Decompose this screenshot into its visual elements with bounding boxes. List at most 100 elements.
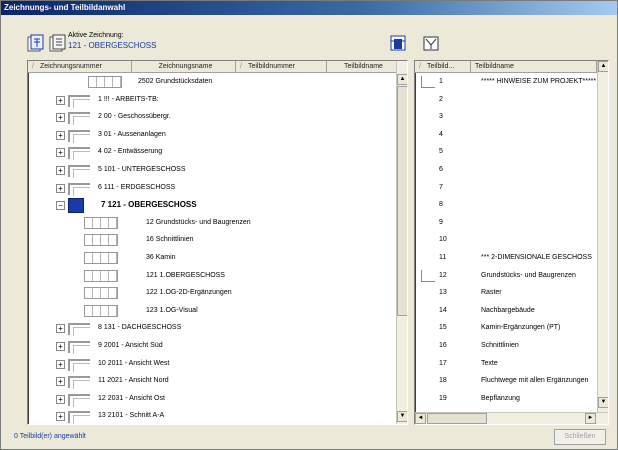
tree-row[interactable]: 16 Schnittlinien [28, 232, 394, 250]
tree-row[interactable]: 121 1.OBERGESCHOSS [28, 268, 394, 286]
layer-filter-icon[interactable] [420, 32, 440, 52]
tree-row-label: 3 01 - Aussenanlagen [98, 130, 166, 138]
column-header-zeichnungsnummer[interactable]: / Zeichnungsnummer [28, 61, 132, 73]
layer-row[interactable]: 5 [415, 144, 596, 162]
scroll-right-button[interactable]: ► [585, 413, 596, 424]
column-header-zeichnungsname[interactable]: Zeichnungsname [132, 61, 236, 73]
layer-row[interactable]: 10 [415, 232, 596, 250]
layer-icon [84, 269, 118, 282]
expand-icon[interactable]: + [56, 95, 65, 105]
layer-row[interactable]: 14 Nachbargebäude [415, 303, 596, 321]
layer-number: 2 [439, 95, 443, 103]
tree-row[interactable]: 12 Grundstücks- und Baugrenzen [28, 215, 394, 233]
layer-row[interactable]: 8 [415, 197, 596, 215]
layer-row[interactable]: 6 [415, 162, 596, 180]
tree-row-label: 13 2101 - Schnitt A-A [98, 412, 165, 420]
tree-row[interactable]: +5 101 - UNTERGESCHOSS [28, 162, 394, 180]
column-header-teilbildname-right[interactable]: Teilbildname [471, 61, 597, 73]
layer-list-panel: / Teilbild... Teilbildname ▲ ▼ ◄ ► 1 *****… [414, 60, 609, 425]
tree-row[interactable]: +3 01 - Aussenanlagen [28, 127, 394, 145]
expand-icon[interactable]: + [56, 359, 65, 369]
scroll-down-button[interactable]: ▼ [397, 411, 407, 422]
layer-number: 11 [439, 254, 447, 261]
tree-row-label: 123 1.OG-Visual [146, 306, 198, 314]
scroll-left-button[interactable]: ◄ [415, 413, 426, 424]
tree-row[interactable]: +8 131 - DACHGESCHOSS [28, 320, 394, 338]
tree-row[interactable]: 36 Kamin [28, 250, 394, 268]
layer-marker-icon [421, 269, 435, 282]
new-drawing-icon[interactable] [25, 32, 45, 52]
layer-row[interactable]: 13 Raster [415, 285, 596, 303]
layer-name [481, 144, 596, 160]
layer-row[interactable]: 18 Fluchtwege mit allen Ergänzungen [415, 373, 596, 391]
tree-row[interactable]: 122 1.OG-2D-Ergänzungen [28, 285, 394, 303]
layer-select-icon[interactable] [387, 32, 407, 52]
collapse-icon[interactable]: − [56, 201, 65, 211]
layer-number: 1 [439, 78, 443, 85]
right-horizontal-scrollbar[interactable]: ◄ ► [415, 412, 608, 424]
tree-row[interactable]: +13 2101 - Schnitt A-A [28, 408, 394, 424]
layer-row[interactable]: 9 [415, 215, 596, 233]
tree-row[interactable]: − 7 121 - OBERGESCHOSS [28, 197, 394, 215]
window-title: Zeichnungs- und Teilbildanwahl [1, 1, 617, 15]
layer-row[interactable]: 3 [415, 109, 596, 127]
layer-row[interactable]: 12 Grundstücks- und Baugrenzen [415, 268, 596, 286]
close-button[interactable]: Schließen [554, 429, 606, 445]
expand-icon[interactable]: + [56, 183, 65, 193]
drawing-list-icon[interactable] [47, 32, 67, 52]
layer-number: 17 [439, 359, 447, 367]
layer-number: 14 [439, 306, 447, 314]
layer-row[interactable]: 15 Kamin-Ergänzungen (PT) [415, 320, 596, 338]
left-vertical-scrollbar[interactable]: ▲ ▼ [396, 61, 407, 424]
expand-icon[interactable]: + [56, 412, 65, 422]
drawing-folder-icon [68, 323, 90, 337]
scroll-thumb[interactable] [397, 86, 407, 316]
tree-row[interactable]: +9 2001 - Ansicht Süd [28, 338, 394, 356]
layer-number: 4 [439, 130, 443, 138]
scroll-up-button[interactable]: ▲ [397, 74, 407, 85]
layer-row[interactable]: 11 *** 2-DIMENSIONALE GESCHOSS [415, 250, 596, 268]
expand-icon[interactable]: + [56, 113, 65, 123]
layer-name: Fluchtwege mit allen Ergänzungen [481, 377, 589, 385]
layer-row[interactable]: 17 Texte [415, 356, 596, 374]
expand-icon[interactable]: + [56, 342, 65, 351]
right-vertical-scrollbar[interactable]: ▲ ▼ [597, 61, 608, 412]
h-scroll-thumb[interactable] [427, 413, 487, 424]
layer-row[interactable]: 19 Bepflanzung [415, 391, 596, 409]
layer-icon [84, 216, 118, 229]
layer-row[interactable]: 1 ***** HINWEISE ZUM PROJEKT***** [415, 74, 596, 92]
layer-number: 3 [439, 113, 443, 121]
tree-row[interactable]: +2 00 - Geschossübergr. [28, 109, 394, 127]
column-header-teilbild-nr[interactable]: / Teilbild... [415, 61, 471, 73]
layer-row[interactable]: 2 [415, 92, 596, 110]
expand-icon[interactable]: + [56, 130, 65, 140]
column-header-teilbildnummer[interactable]: / Teilbildnummer [236, 61, 327, 73]
tree-row-label: 7 121 - OBERGESCHOSS [101, 200, 197, 210]
layer-name [481, 180, 596, 196]
tree-row[interactable]: +1 !!! - ARBEITS-TB: [28, 92, 394, 110]
tree-row[interactable]: 123 1.OG-Visual [28, 303, 394, 321]
layer-number: 18 [439, 377, 447, 385]
expand-icon[interactable]: + [56, 377, 65, 387]
tree-row[interactable]: +10 2011 - Ansicht West [28, 356, 394, 374]
layer-row[interactable]: 7 [415, 180, 596, 198]
tree-row[interactable]: +4 02 - Entwässerung [28, 144, 394, 162]
drawing-folder-icon [68, 376, 90, 390]
column-header-teilbildname[interactable]: Teilbildname [327, 61, 397, 73]
tree-row[interactable]: +6 111 - ERDGESCHOSS [28, 180, 394, 198]
right-scroll-down-button[interactable]: ▼ [598, 397, 608, 408]
layer-number: 12 [439, 271, 447, 279]
layer-row[interactable]: 4 [415, 127, 596, 145]
drawing-folder-icon [68, 393, 90, 407]
layer-icon [84, 304, 118, 317]
tree-row[interactable]: +11 2021 - Ansicht Nord [28, 373, 394, 391]
right-scroll-up-button[interactable]: ▲ [598, 61, 608, 72]
expand-icon[interactable]: + [56, 394, 65, 404]
tree-row[interactable]: 2502 Grundstücksdaten [28, 74, 394, 92]
tree-row-label: 6 111 - ERDGESCHOSS [98, 183, 176, 191]
expand-icon[interactable]: + [56, 148, 65, 158]
tree-row[interactable]: +12 2031 - Ansicht Ost [28, 391, 394, 409]
expand-icon[interactable]: + [56, 324, 65, 334]
expand-icon[interactable]: + [56, 166, 65, 175]
layer-row[interactable]: 16 Schnittlinien [415, 338, 596, 356]
